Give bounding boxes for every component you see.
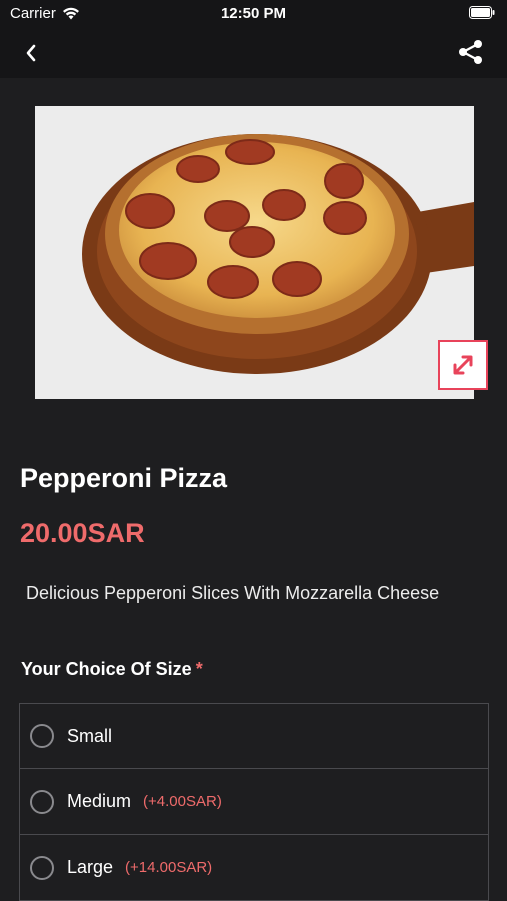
expand-icon — [453, 355, 473, 375]
product-price: 20.00SAR — [20, 518, 145, 548]
status-bar: Carrier 12:50 PM — [0, 0, 507, 28]
radio-button[interactable] — [30, 724, 54, 748]
size-option-large[interactable]: Large (+14.00SAR) — [19, 835, 489, 901]
size-section-title: Your Choice Of Size * — [21, 659, 203, 680]
size-option-label: Small — [67, 725, 113, 746]
share-icon — [459, 40, 482, 64]
share-button[interactable] — [457, 38, 485, 66]
size-option-medium[interactable]: Medium (+4.00SAR) — [19, 769, 489, 835]
back-button[interactable] — [18, 40, 44, 66]
radio-button[interactable] — [30, 855, 54, 880]
product-image — [35, 106, 474, 399]
size-option-label: Large — [67, 857, 114, 877]
product-description: Delicious Pepperoni Slices With Mozzarel… — [26, 583, 440, 603]
pizza-illustration — [35, 106, 474, 399]
status-time: 12:50 PM — [220, 5, 287, 22]
size-option-small[interactable]: Small — [19, 703, 489, 769]
chevron-left-icon — [26, 44, 36, 62]
navigation-bar — [0, 28, 507, 78]
expand-image-button[interactable] — [438, 340, 488, 390]
required-mark: * — [195, 659, 203, 679]
size-section-label: Your Choice Of Size — [21, 659, 192, 679]
battery-icon — [469, 6, 495, 23]
radio-button[interactable] — [30, 789, 54, 814]
size-option-label: Medium — [67, 791, 132, 811]
size-option-price: (+4.00SAR) — [143, 793, 222, 810]
product-title: Pepperoni Pizza — [20, 463, 228, 493]
size-option-price: (+14.00SAR) — [125, 859, 213, 876]
size-options: Small Medium (+4.00SAR) Large (+14.00SAR… — [19, 703, 489, 901]
